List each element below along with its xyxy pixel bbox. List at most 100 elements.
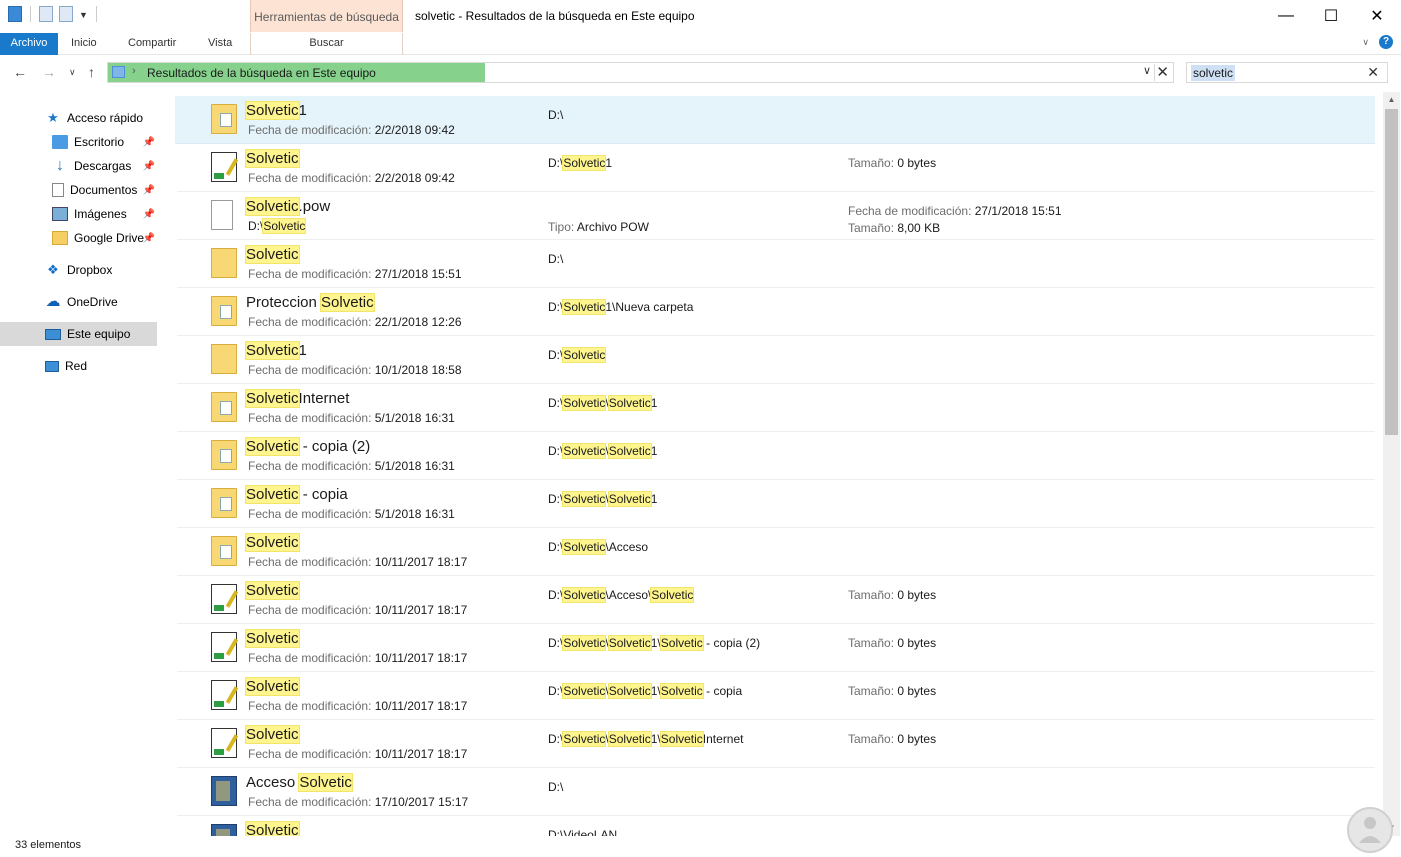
notepadpp-icon bbox=[211, 728, 237, 758]
address-dropdown-icon[interactable]: ∨ bbox=[1143, 64, 1151, 77]
desktop-icon bbox=[52, 135, 68, 149]
help-icon[interactable]: ? bbox=[1379, 35, 1393, 49]
list-item[interactable]: Solvetic Fecha de modificación: 10/11/20… bbox=[175, 624, 1375, 672]
file-path: D:\VideoLAN bbox=[548, 828, 618, 836]
expand-ribbon-icon[interactable]: ∨ bbox=[1362, 37, 1369, 48]
list-item[interactable]: Solvetic Fecha de modificación: 10/11/20… bbox=[175, 720, 1375, 768]
document-icon bbox=[52, 183, 64, 197]
network-icon bbox=[45, 360, 59, 372]
minimize-icon: — bbox=[1278, 7, 1294, 24]
list-item[interactable]: Solvetic Fecha de modificación: 27/1/201… bbox=[175, 240, 1375, 288]
list-item[interactable]: Solvetic D:\VideoLAN bbox=[175, 816, 1375, 836]
list-item[interactable]: Solvetic - copia (2) Fecha de modificaci… bbox=[175, 432, 1375, 480]
file-name: Solvetic bbox=[245, 821, 300, 836]
tab-home[interactable]: Inicio bbox=[71, 33, 97, 55]
sidebar-item-dropbox[interactable]: ❖ Dropbox bbox=[0, 258, 157, 282]
sidebar-item-quick-access[interactable]: ★ Acceso rápido bbox=[0, 106, 157, 130]
status-bar: 33 elementos bbox=[0, 836, 1401, 857]
pin-icon: 📌 bbox=[142, 136, 155, 148]
list-item[interactable]: SolveticInternet Fecha de modificación: … bbox=[175, 384, 1375, 432]
item-count: 33 elementos bbox=[15, 839, 82, 851]
tab-search[interactable]: Buscar bbox=[250, 33, 403, 55]
file-path: D:\Solvetic\Acceso bbox=[548, 539, 649, 555]
close-button[interactable]: ✕ bbox=[1354, 0, 1400, 32]
list-item[interactable]: Solvetic - copia Fecha de modificación: … bbox=[175, 480, 1375, 528]
search-results-list: Solvetic1 Fecha de modificación: 2/2/201… bbox=[175, 96, 1383, 836]
list-item[interactable]: Solvetic Fecha de modificación: 10/11/20… bbox=[175, 528, 1375, 576]
file-name: Solvetic1 bbox=[245, 341, 307, 360]
sidebar-item-downloads[interactable]: ↓ Descargas 📌 bbox=[0, 154, 157, 178]
address-bar[interactable]: › Resultados de la búsqueda en Este equi… bbox=[107, 62, 1174, 83]
sidebar-item-desktop[interactable]: Escritorio 📌 bbox=[0, 130, 157, 154]
maximize-button[interactable]: ☐ bbox=[1308, 0, 1354, 32]
pin-icon: 📌 bbox=[142, 232, 155, 244]
contextual-tab-header: Herramientas de búsqueda bbox=[250, 0, 403, 32]
file-name: SolveticInternet bbox=[245, 389, 350, 408]
file-name: Solvetic - copia (2) bbox=[245, 437, 371, 456]
tab-share[interactable]: Compartir bbox=[128, 33, 176, 55]
up-arrow-icon[interactable]: ↑ bbox=[88, 64, 95, 80]
empty-folder-icon bbox=[211, 248, 237, 278]
tab-view[interactable]: Vista bbox=[208, 33, 232, 55]
computer-icon bbox=[45, 328, 61, 340]
back-arrow-icon[interactable]: ← bbox=[13, 64, 27, 80]
customize-toolbar-icon[interactable]: ▼ bbox=[79, 10, 88, 20]
list-item[interactable]: Solvetic1 Fecha de modificación: 2/2/201… bbox=[175, 96, 1375, 144]
file-path: D:\Solvetic\Solvetic1\Solvetic - copia (… bbox=[548, 635, 761, 651]
file-path: D:\Solvetic\Solvetic1\Solvetic - copia bbox=[548, 683, 743, 699]
file-name: Solvetic1 bbox=[245, 101, 307, 120]
sidebar-item-google-drive[interactable]: Google Drive 📌 bbox=[0, 226, 157, 250]
close-icon: ✕ bbox=[1370, 8, 1384, 25]
new-folder-icon[interactable] bbox=[59, 6, 73, 22]
dropbox-icon: ❖ bbox=[47, 262, 59, 277]
recent-locations-icon[interactable]: ∨ bbox=[69, 67, 76, 78]
notepadpp-icon bbox=[211, 632, 237, 662]
pin-icon: 📌 bbox=[142, 160, 155, 172]
stop-search-icon[interactable]: ✕ bbox=[1156, 63, 1169, 81]
breadcrumb-chevron-icon[interactable]: › bbox=[132, 65, 136, 77]
search-box[interactable]: solvetic ✕ bbox=[1186, 62, 1388, 83]
notepadpp-icon bbox=[211, 680, 237, 710]
folder-image-icon bbox=[211, 296, 237, 326]
search-input[interactable]: solvetic bbox=[1191, 65, 1236, 81]
quick-access-toolbar: ▼ bbox=[8, 6, 99, 22]
list-item[interactable]: Solvetic Fecha de modificación: 2/2/2018… bbox=[175, 144, 1375, 192]
list-item[interactable]: Acceso Solvetic Fecha de modificación: 1… bbox=[175, 768, 1375, 816]
list-item[interactable]: Solvetic.pow D:\Solvetic Tipo: Archivo P… bbox=[175, 192, 1375, 240]
folder-image-icon bbox=[211, 488, 237, 518]
folder-doc-icon bbox=[211, 344, 237, 374]
forward-arrow-icon[interactable]: → bbox=[42, 64, 56, 80]
file-name: Solvetic.pow bbox=[245, 197, 331, 216]
file-name: Solvetic - copia bbox=[245, 485, 348, 504]
sidebar-item-network[interactable]: Red bbox=[0, 354, 157, 378]
folder-image-icon bbox=[211, 392, 237, 422]
file-name: Solvetic bbox=[245, 725, 300, 744]
list-item[interactable]: Solvetic1 Fecha de modificación: 10/1/20… bbox=[175, 336, 1375, 384]
folder-image-icon bbox=[211, 104, 237, 134]
file-path: D:\Solvetic\Solvetic1\SolveticInternet bbox=[548, 731, 744, 747]
navigation-pane: ★ Acceso rápido Escritorio 📌 ↓ Descargas… bbox=[0, 96, 160, 836]
clear-search-icon[interactable]: ✕ bbox=[1367, 64, 1379, 81]
scroll-up-icon[interactable]: ▲ bbox=[1383, 92, 1400, 108]
properties-icon[interactable] bbox=[39, 6, 53, 22]
list-item[interactable]: Solvetic Fecha de modificación: 10/11/20… bbox=[175, 576, 1375, 624]
file-name: Solvetic bbox=[245, 629, 300, 648]
list-item[interactable]: Solvetic Fecha de modificación: 10/11/20… bbox=[175, 672, 1375, 720]
file-name: Solvetic bbox=[245, 149, 300, 168]
file-path: D:\Solvetic\Solvetic1 bbox=[548, 443, 658, 459]
list-item[interactable]: Proteccion Solvetic Fecha de modificació… bbox=[175, 288, 1375, 336]
sidebar-item-this-pc[interactable]: Este equipo bbox=[0, 322, 157, 346]
file-path: D:\Solvetic bbox=[548, 347, 607, 363]
sidebar-item-onedrive[interactable]: ☁ OneDrive bbox=[0, 290, 157, 314]
vertical-scrollbar[interactable]: ▲ ▼ bbox=[1383, 92, 1400, 836]
scrollbar-thumb[interactable] bbox=[1385, 109, 1398, 435]
file-name: Acceso Solvetic bbox=[246, 773, 353, 792]
file-name: Solvetic bbox=[245, 533, 300, 552]
sidebar-item-images[interactable]: Imágenes 📌 bbox=[0, 202, 157, 226]
folder-image-icon bbox=[211, 440, 237, 470]
tab-file[interactable]: Archivo bbox=[0, 33, 58, 55]
sidebar-item-documents[interactable]: Documentos 📌 bbox=[0, 178, 157, 202]
minimize-button[interactable]: — bbox=[1263, 0, 1309, 32]
explorer-icon[interactable] bbox=[8, 6, 22, 22]
file-path: D:\Solvetic1\Nueva carpeta bbox=[548, 299, 694, 315]
